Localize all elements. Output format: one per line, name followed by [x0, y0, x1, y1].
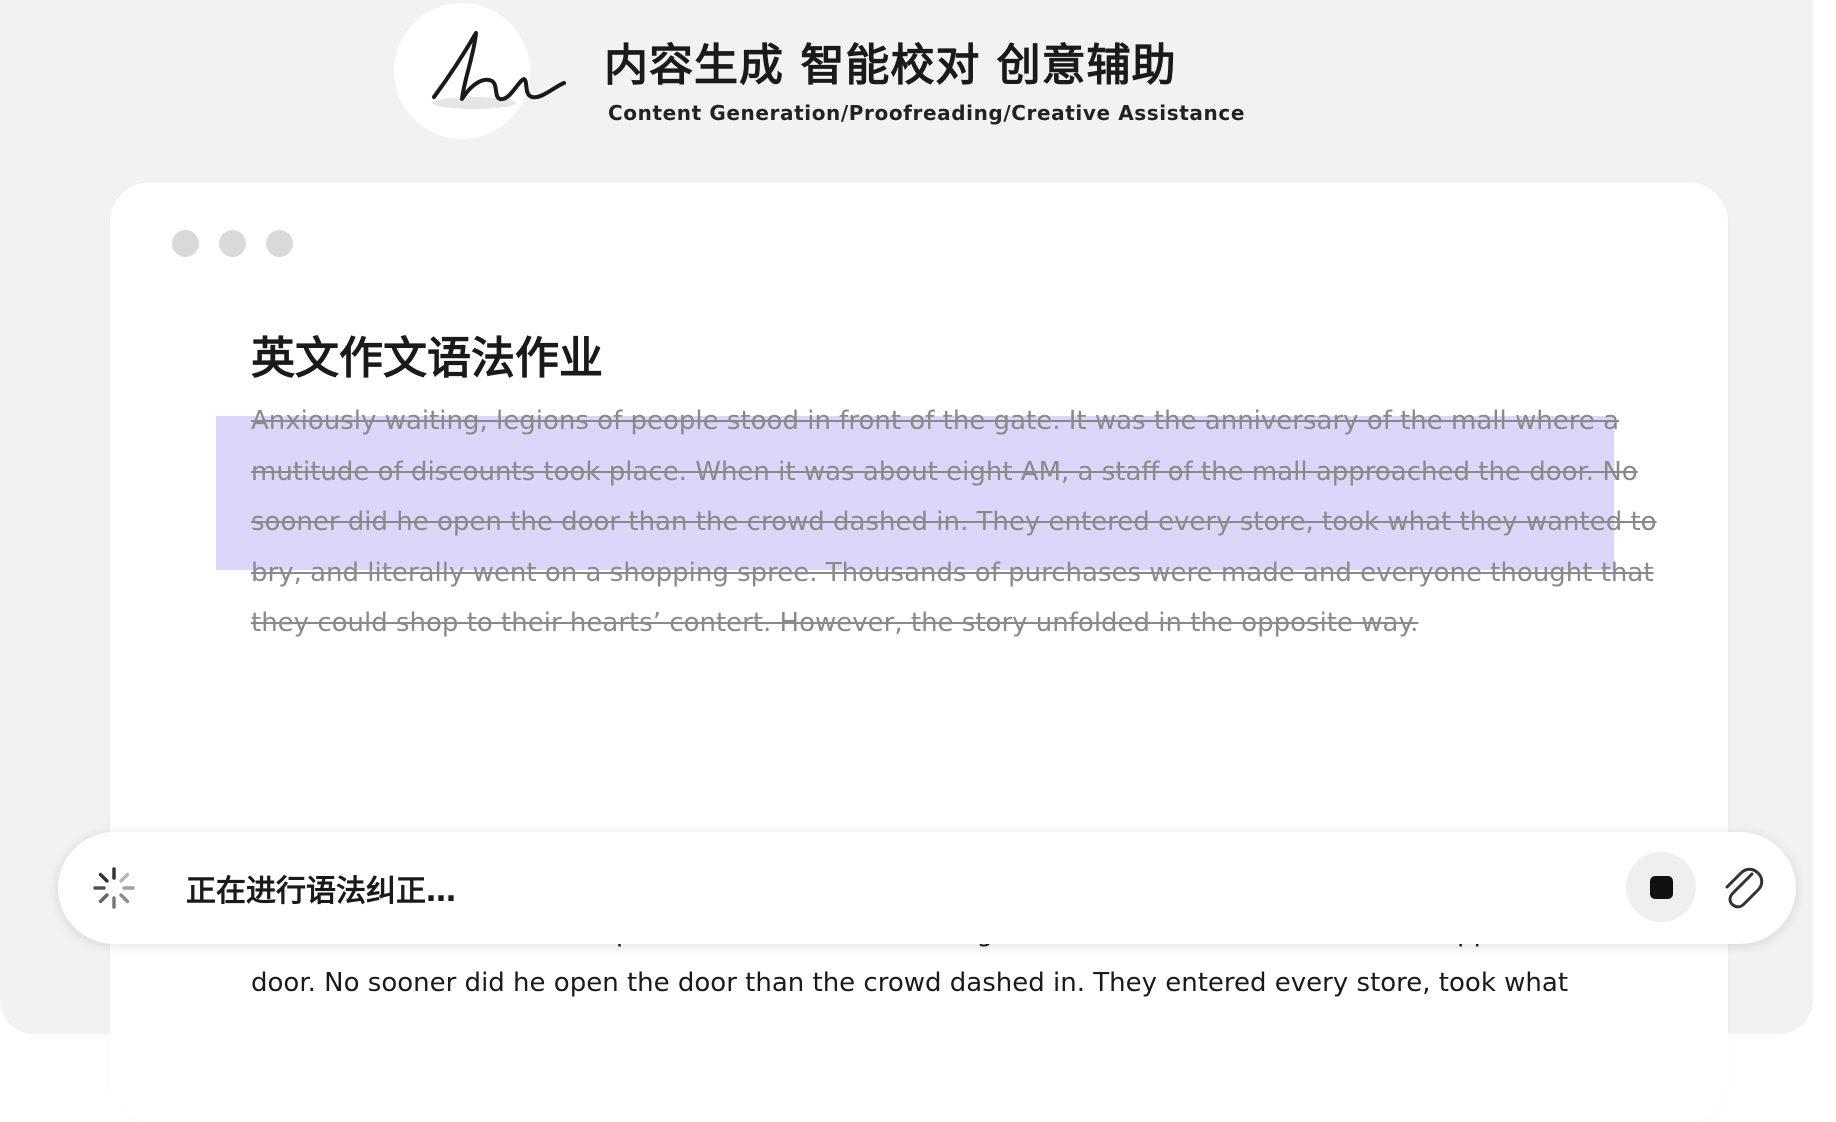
window-dot[interactable]: [172, 230, 199, 257]
stop-icon: [1650, 876, 1673, 899]
stop-button[interactable]: [1626, 852, 1696, 922]
status-text: 正在进行语法纠正…: [186, 874, 456, 909]
window-controls: [172, 230, 293, 257]
document-card: 英文作文语法作业 Anxiously waiting, legions of p…: [110, 182, 1728, 1122]
document-title: 英文作文语法作业: [251, 333, 603, 384]
window-dot[interactable]: [266, 230, 293, 257]
original-paragraph: Anxiously waiting, legions of people sto…: [251, 406, 1657, 638]
loading-spinner-icon: [93, 867, 135, 909]
paperclip-icon[interactable]: [1718, 862, 1766, 912]
status-input-bar[interactable]: 正在进行语法纠正…: [58, 832, 1796, 944]
window-dot[interactable]: [219, 230, 246, 257]
logo: [394, 3, 566, 139]
header-subtitle: Content Generation/Proofreading/Creative…: [608, 101, 1245, 125]
header-banner: 内容生成 智能校对 创意辅助 Content Generation/Proofr…: [394, 3, 1254, 139]
signature-logo-icon: [432, 31, 566, 109]
header-title: 内容生成 智能校对 创意辅助: [604, 40, 1177, 91]
